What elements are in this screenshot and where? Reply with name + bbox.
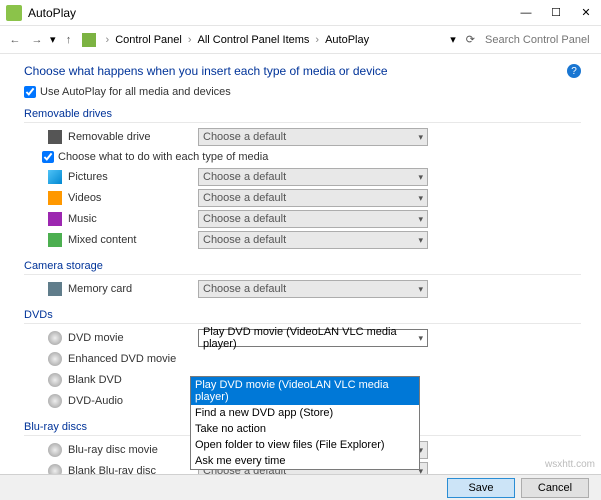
section-camera: Camera storage [24, 260, 581, 275]
watermark: wsxhtt.com [545, 459, 595, 470]
up-button[interactable]: ↑ [60, 31, 78, 49]
memory-card-icon [48, 282, 62, 296]
forward-button[interactable]: → [28, 31, 46, 49]
page-heading: Choose what happens when you insert each… [24, 64, 581, 78]
media-type-checkbox[interactable] [42, 151, 54, 163]
videos-combo[interactable]: Choose a default [198, 189, 428, 207]
recent-chevron[interactable]: ▾ [50, 33, 56, 46]
dropdown-option-open-folder[interactable]: Open folder to view files (File Explorer… [191, 437, 419, 453]
memory-card-combo[interactable]: Choose a default [198, 280, 428, 298]
dvd-movie-combo[interactable]: Play DVD movie (VideoLAN VLC media playe… [198, 329, 428, 347]
videos-label: Videos [68, 192, 198, 204]
minimize-button[interactable]: — [511, 0, 541, 26]
back-button[interactable]: ← [6, 31, 24, 49]
dvd-movie-icon [48, 331, 62, 345]
dropdown-option-play-vlc[interactable]: Play DVD movie (VideoLAN VLC media playe… [191, 377, 419, 405]
pictures-label: Pictures [68, 171, 198, 183]
removable-drive-icon [48, 130, 62, 144]
breadcrumb-control-panel[interactable]: Control Panel [115, 34, 182, 46]
pictures-combo[interactable]: Choose a default [198, 168, 428, 186]
dvd-movie-label: DVD movie [68, 332, 198, 344]
use-autoplay-checkbox[interactable] [24, 86, 36, 98]
dropdown-option-store[interactable]: Find a new DVD app (Store) [191, 405, 419, 421]
save-button[interactable]: Save [447, 478, 515, 498]
removable-drive-label: Removable drive [68, 131, 198, 143]
help-icon[interactable]: ? [567, 64, 581, 78]
pictures-icon [48, 170, 62, 184]
bluray-movie-icon [48, 443, 62, 457]
blank-bluray-icon [48, 464, 62, 474]
footer-bar: Save Cancel [0, 474, 601, 500]
dvd-audio-label: DVD-Audio [68, 395, 198, 407]
media-type-label: Choose what to do with each type of medi… [58, 151, 268, 163]
window-title: AutoPlay [28, 6, 511, 20]
address-chevron[interactable]: ▾ [450, 33, 456, 46]
dvd-movie-dropdown[interactable]: Play DVD movie (VideoLAN VLC media playe… [190, 376, 420, 470]
enhanced-dvd-icon [48, 352, 62, 366]
content-area: ? Choose what happens when you insert ea… [0, 54, 601, 474]
mixed-label: Mixed content [68, 234, 198, 246]
music-label: Music [68, 213, 198, 225]
blank-dvd-label: Blank DVD [68, 374, 198, 386]
music-icon [48, 212, 62, 226]
music-combo[interactable]: Choose a default [198, 210, 428, 228]
close-button[interactable]: ✕ [571, 0, 601, 26]
breadcrumb-sep: › [106, 34, 110, 46]
address-bar: ← → ▾ ↑ › Control Panel › All Control Pa… [0, 26, 601, 54]
section-removable: Removable drives [24, 108, 581, 123]
dvd-audio-icon [48, 394, 62, 408]
refresh-button[interactable]: ⟳ [466, 33, 475, 46]
use-autoplay-label: Use AutoPlay for all media and devices [40, 86, 231, 98]
dropdown-option-no-action[interactable]: Take no action [191, 421, 419, 437]
mixed-combo[interactable]: Choose a default [198, 231, 428, 249]
cancel-button[interactable]: Cancel [521, 478, 589, 498]
enhanced-dvd-label: Enhanced DVD movie [68, 353, 198, 365]
dropdown-option-ask[interactable]: Ask me every time [191, 453, 419, 469]
breadcrumb-all-items[interactable]: All Control Panel Items [198, 34, 310, 46]
blank-bluray-label: Blank Blu-ray disc [68, 465, 198, 474]
blank-dvd-icon [48, 373, 62, 387]
memory-card-label: Memory card [68, 283, 198, 295]
removable-drive-combo[interactable]: Choose a default [198, 128, 428, 146]
control-panel-icon [82, 33, 96, 47]
videos-icon [48, 191, 62, 205]
app-icon [6, 5, 22, 21]
title-bar: AutoPlay — ☐ ✕ [0, 0, 601, 26]
maximize-button[interactable]: ☐ [541, 0, 571, 26]
section-dvds: DVDs [24, 309, 581, 324]
search-input[interactable] [485, 31, 595, 49]
bluray-movie-label: Blu-ray disc movie [68, 444, 198, 456]
breadcrumb-autoplay[interactable]: AutoPlay [325, 34, 369, 46]
mixed-icon [48, 233, 62, 247]
